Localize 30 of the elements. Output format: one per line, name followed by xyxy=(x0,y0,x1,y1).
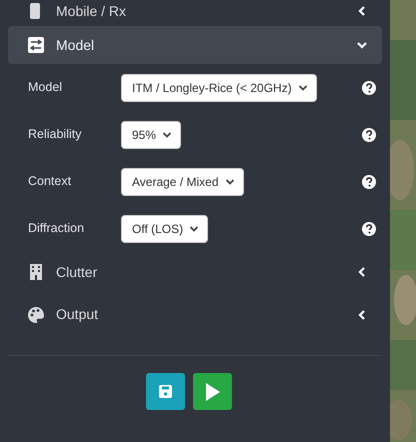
field-label: Context xyxy=(28,173,72,190)
section-header[interactable]: Mobile / Rx xyxy=(8,0,382,22)
chevron-left-icon xyxy=(356,5,368,17)
select-field[interactable]: Off (LOS) xyxy=(121,214,208,242)
run-button[interactable] xyxy=(193,373,232,410)
section-header[interactable]: Model xyxy=(8,26,382,64)
field-label: Reliability xyxy=(28,126,82,144)
caret-icon xyxy=(162,130,172,140)
select-field[interactable]: Average / Mixed xyxy=(121,168,244,196)
help-icon[interactable] xyxy=(362,174,376,188)
save-button[interactable] xyxy=(146,373,185,410)
palette-icon xyxy=(28,306,44,322)
section-header[interactable]: Output xyxy=(8,292,382,337)
field-label: Model xyxy=(28,79,64,96)
building-icon xyxy=(28,264,44,280)
chevron-left-icon xyxy=(356,308,368,320)
caret-icon xyxy=(189,224,200,234)
sliders-icon xyxy=(28,37,44,53)
caret-icon xyxy=(298,82,308,92)
field-label: Diffraction xyxy=(28,220,86,238)
help-icon[interactable] xyxy=(362,222,376,236)
chevron-down-icon xyxy=(356,39,368,51)
select-field[interactable]: 95% xyxy=(121,120,182,148)
help-icon[interactable] xyxy=(362,128,376,142)
chevron-left-icon xyxy=(356,266,368,278)
play-icon xyxy=(204,382,220,400)
section-header[interactable]: Clutter xyxy=(8,252,382,292)
help-icon[interactable] xyxy=(362,80,376,94)
select-field[interactable]: ITM / Longley-Rice (< 20GHz) xyxy=(121,74,317,102)
caret-icon xyxy=(224,176,234,186)
